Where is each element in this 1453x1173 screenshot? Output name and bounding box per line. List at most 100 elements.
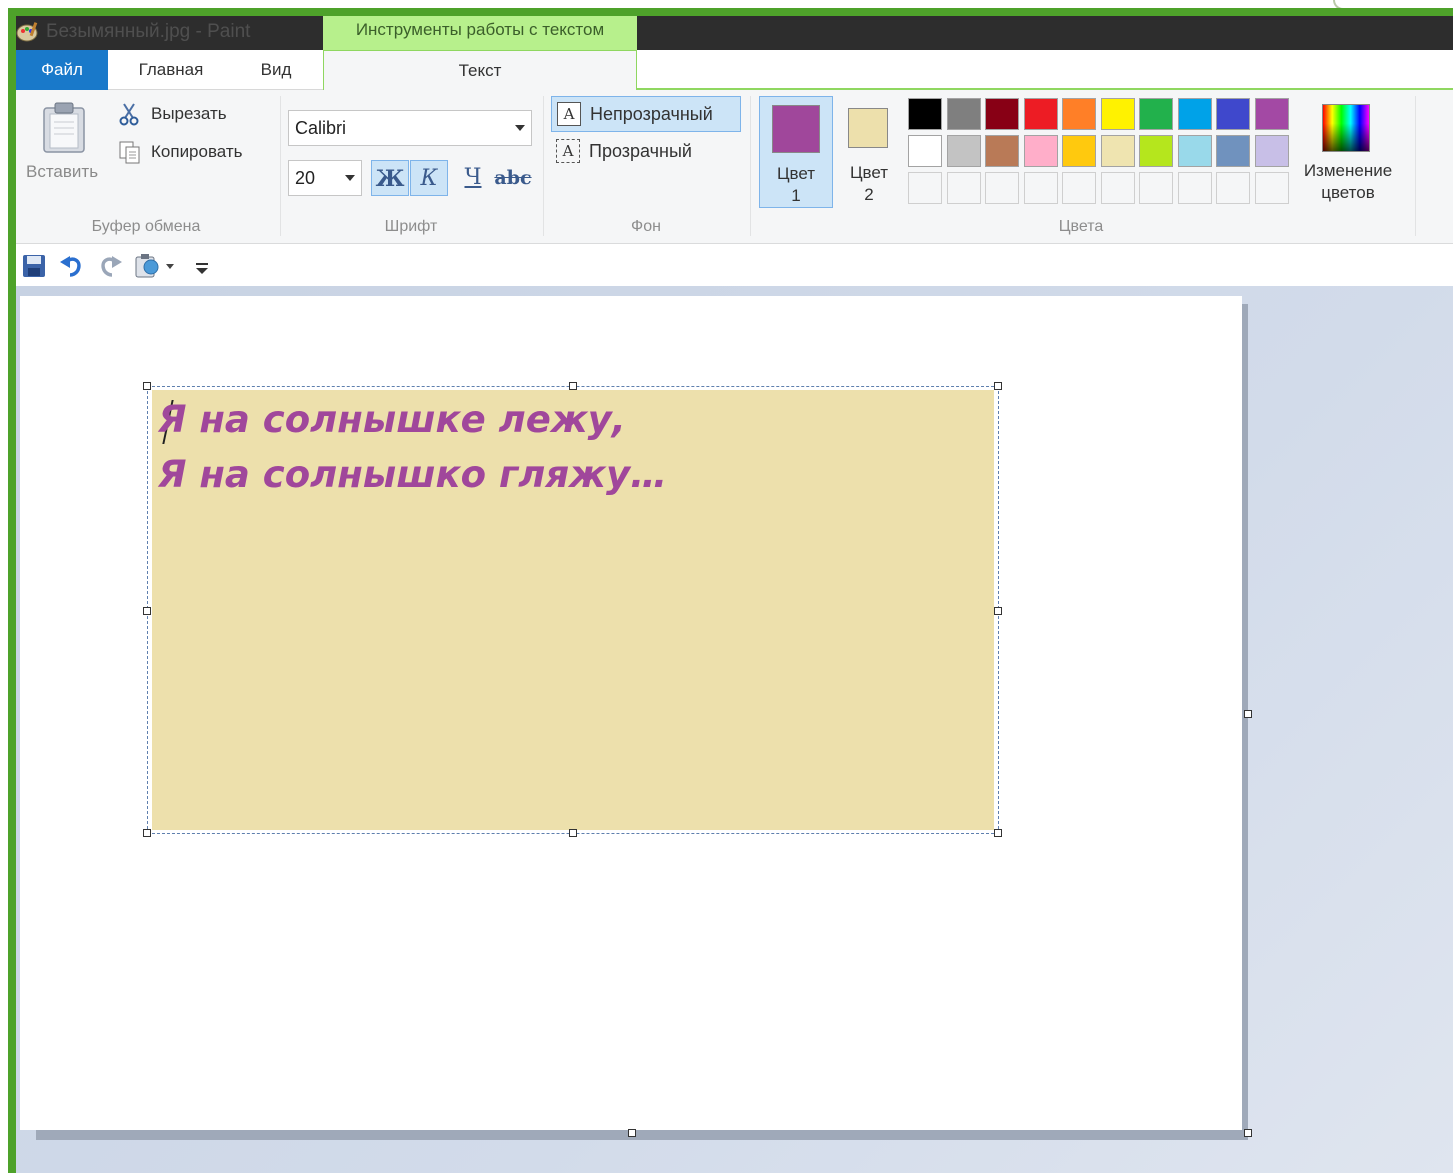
palette-swatch[interactable] (1216, 98, 1250, 130)
color-1-button[interactable]: Цвет 1 (759, 96, 833, 208)
edit-colors-label-line1: Изменение (1303, 161, 1393, 180)
palette-swatch[interactable] (908, 135, 942, 167)
group-separator (750, 96, 751, 236)
palette-swatch[interactable] (1177, 98, 1212, 130)
edit-colors-button[interactable]: Изменение цветов (1292, 96, 1404, 208)
text-box-handle-se[interactable] (994, 829, 1002, 837)
palette-swatch[interactable] (1139, 98, 1173, 130)
font-size-value: 20 (295, 168, 316, 188)
edit-colors-label: Изменение цветов (1292, 160, 1404, 204)
group-separator (1415, 96, 1416, 236)
text-box-handle-w[interactable] (143, 607, 151, 615)
paint-app-icon[interactable] (16, 20, 40, 44)
opaque-label: Непрозрачный (590, 104, 713, 124)
palette-swatch[interactable] (1139, 172, 1173, 204)
color-1-label-line1: Цвет (776, 164, 816, 183)
palette-swatch[interactable] (1216, 172, 1250, 204)
palette-swatch[interactable] (908, 98, 942, 130)
opaque-background-button[interactable]: A Непрозрачный (551, 96, 741, 132)
palette-swatch[interactable] (1100, 135, 1135, 167)
ribbon: Вставить Вырезать Копировать Буфер обмен… (16, 90, 1453, 244)
color-2-label-line1: Цвет (849, 163, 889, 182)
redo-icon[interactable] (96, 252, 124, 280)
palette-swatch[interactable] (985, 172, 1019, 204)
ribbon-tab-row: Файл Главная Вид Текст (16, 50, 1453, 91)
bold-button[interactable]: Ж (371, 160, 409, 196)
tab-text[interactable]: Текст (323, 50, 637, 91)
palette-swatch[interactable] (946, 98, 981, 130)
underline-button[interactable]: Ч (454, 160, 492, 196)
transparent-label: Прозрачный (589, 141, 692, 161)
undo-icon[interactable] (58, 252, 86, 280)
text-box-handle-n[interactable] (569, 382, 577, 390)
poem-line-2[interactable]: Я на солнышко гляжу… (158, 453, 667, 496)
palette-swatch[interactable] (946, 135, 981, 167)
save-icon[interactable] (20, 252, 48, 280)
color-1-swatch (772, 105, 820, 153)
tab-home[interactable]: Главная (116, 50, 226, 90)
italic-button[interactable]: К (410, 160, 448, 196)
text-box-handle-nw[interactable] (143, 382, 151, 390)
canvas-resize-handle-se[interactable] (1244, 1129, 1252, 1137)
font-family-select[interactable]: Calibri (288, 110, 532, 146)
green-frame-left (8, 8, 16, 1173)
palette-swatch[interactable] (1216, 135, 1250, 167)
color-2-label: Цвет 2 (838, 162, 900, 206)
drawing-canvas[interactable]: Я на солнышке лежу, Я на солнышко гляжу… (20, 296, 1242, 1130)
text-box-handle-e[interactable] (994, 607, 1002, 615)
palette-swatch[interactable] (1177, 135, 1212, 167)
palette-swatch[interactable] (1062, 98, 1096, 130)
font-size-select[interactable]: 20 (288, 160, 362, 196)
color-2-button[interactable]: Цвет 2 (838, 96, 900, 208)
colors-group-label: Цвета (1058, 218, 1104, 235)
quick-access-toolbar (16, 244, 1453, 286)
color-spectrum-icon (1322, 104, 1370, 152)
window-title: Безымянный.jpg - Paint (46, 21, 251, 42)
canvas-resize-handle-s[interactable] (628, 1129, 636, 1137)
cut-label: Вырезать (151, 104, 227, 123)
text-box[interactable]: Я на солнышке лежу, Я на солнышко гляжу… (143, 382, 1002, 837)
palette-swatch[interactable] (1254, 172, 1289, 204)
palette-swatch[interactable] (1139, 135, 1173, 167)
strikethrough-button[interactable]: abc (494, 160, 532, 196)
palette-swatch[interactable] (1100, 172, 1135, 204)
poem-line-1[interactable]: Я на солнышке лежу, (158, 398, 626, 441)
palette-swatch[interactable] (1100, 98, 1135, 130)
color-1-label-line2: 1 (791, 186, 801, 205)
palette-swatch[interactable] (985, 98, 1019, 130)
palette-swatch[interactable] (985, 135, 1019, 167)
transparent-background-button[interactable]: A Прозрачный (551, 134, 741, 170)
palette-swatch[interactable] (1254, 135, 1289, 167)
tab-view[interactable]: Вид (236, 50, 316, 90)
group-separator (543, 96, 544, 236)
palette-swatch[interactable] (1023, 135, 1058, 167)
palette-swatch[interactable] (908, 172, 942, 204)
color-2-swatch (848, 108, 888, 148)
palette-swatch[interactable] (946, 172, 981, 204)
palette-swatch[interactable] (1062, 135, 1096, 167)
tab-file[interactable]: Файл (16, 50, 108, 90)
title-bar: Безымянный.jpg - Paint Инструменты работ… (16, 16, 1453, 50)
font-family-value: Calibri (295, 118, 347, 138)
palette-swatch[interactable] (1062, 172, 1096, 204)
canvas-workspace: Я на солнышке лежу, Я на солнышко гляжу… (16, 286, 1453, 1173)
palette-swatch[interactable] (1023, 98, 1058, 130)
text-tools-context-tab: Инструменты работы с текстом (323, 16, 637, 50)
text-box-fill: Я на солнышке лежу, Я на солнышко гляжу… (152, 390, 994, 830)
palette-swatch[interactable] (1023, 172, 1058, 204)
text-box-handle-s[interactable] (569, 829, 577, 837)
color-2-label-line2: 2 (864, 185, 874, 204)
text-box-handle-ne[interactable] (994, 382, 1002, 390)
copy-label: Копировать (151, 142, 243, 161)
canvas-resize-handle-e[interactable] (1244, 710, 1252, 718)
customize-icon[interactable] (192, 252, 212, 280)
text-box-handle-sw[interactable] (143, 829, 151, 837)
scissors-icon (119, 103, 139, 126)
paste-dropdown-icon[interactable] (134, 252, 176, 280)
opaque-text-icon: A (557, 102, 581, 126)
chevron-down-icon (515, 125, 525, 131)
palette-swatch[interactable] (1254, 98, 1289, 130)
palette-swatch[interactable] (1177, 172, 1212, 204)
background-group-label: Фон (631, 218, 661, 235)
edit-colors-label-line2: цветов (1321, 183, 1375, 202)
